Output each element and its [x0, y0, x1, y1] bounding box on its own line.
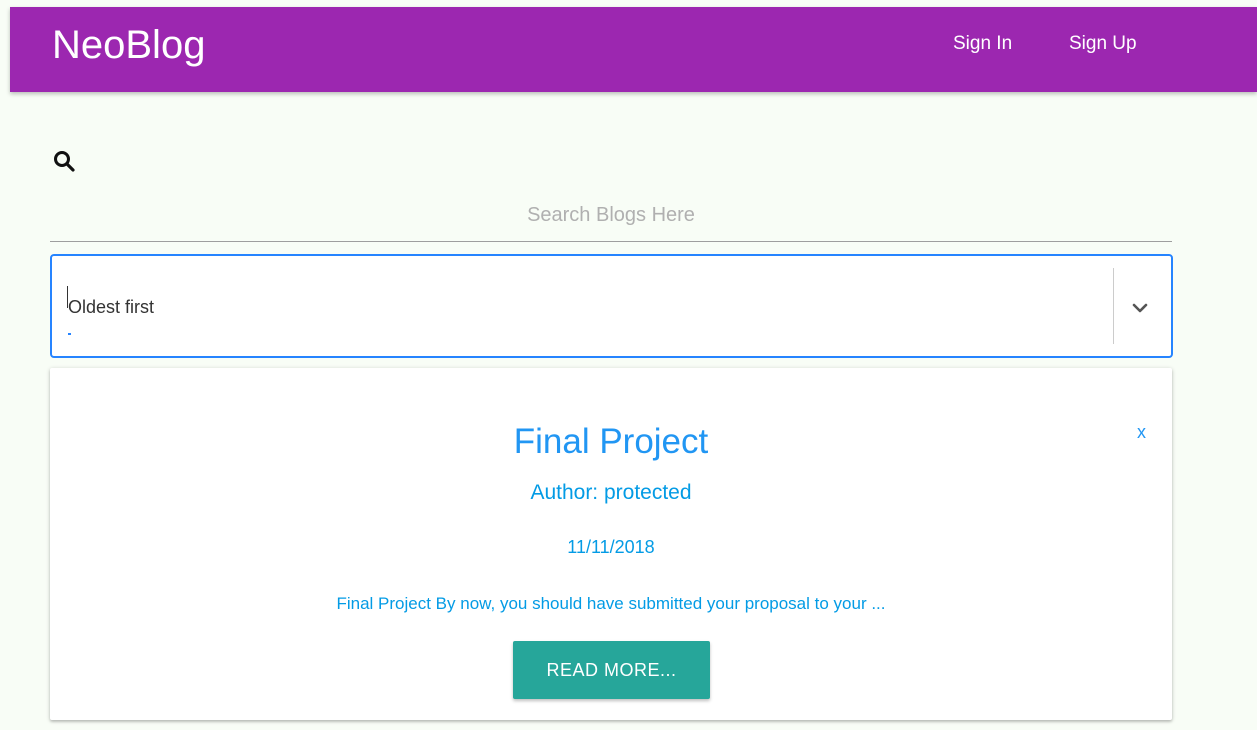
post-excerpt: Final Project By now, you should have su… [336, 594, 886, 613]
sort-order-select[interactable]: Oldest first [50, 254, 1173, 358]
read-more-button[interactable]: READ MORE... [513, 641, 710, 699]
post-date: 11/11/2018 [567, 537, 655, 557]
blog-post-card: x Final Project Author: protected 11/11/… [50, 368, 1172, 720]
chevron-down-icon[interactable] [1128, 296, 1152, 320]
brand-logo[interactable]: NeoBlog [52, 21, 205, 69]
sign-up-link[interactable]: Sign Up [1069, 32, 1137, 56]
focus-indicator [68, 333, 71, 335]
top-navbar: NeoBlog Sign In Sign Up [10, 7, 1257, 92]
sign-in-link[interactable]: Sign In [953, 32, 1012, 56]
sort-selected-value: Oldest first [68, 297, 155, 317]
select-divider [1113, 268, 1114, 344]
search-icon [54, 151, 75, 172]
search-input[interactable] [50, 190, 1172, 242]
post-title: Final Project [513, 422, 709, 461]
post-author: Author: protected [530, 481, 692, 504]
